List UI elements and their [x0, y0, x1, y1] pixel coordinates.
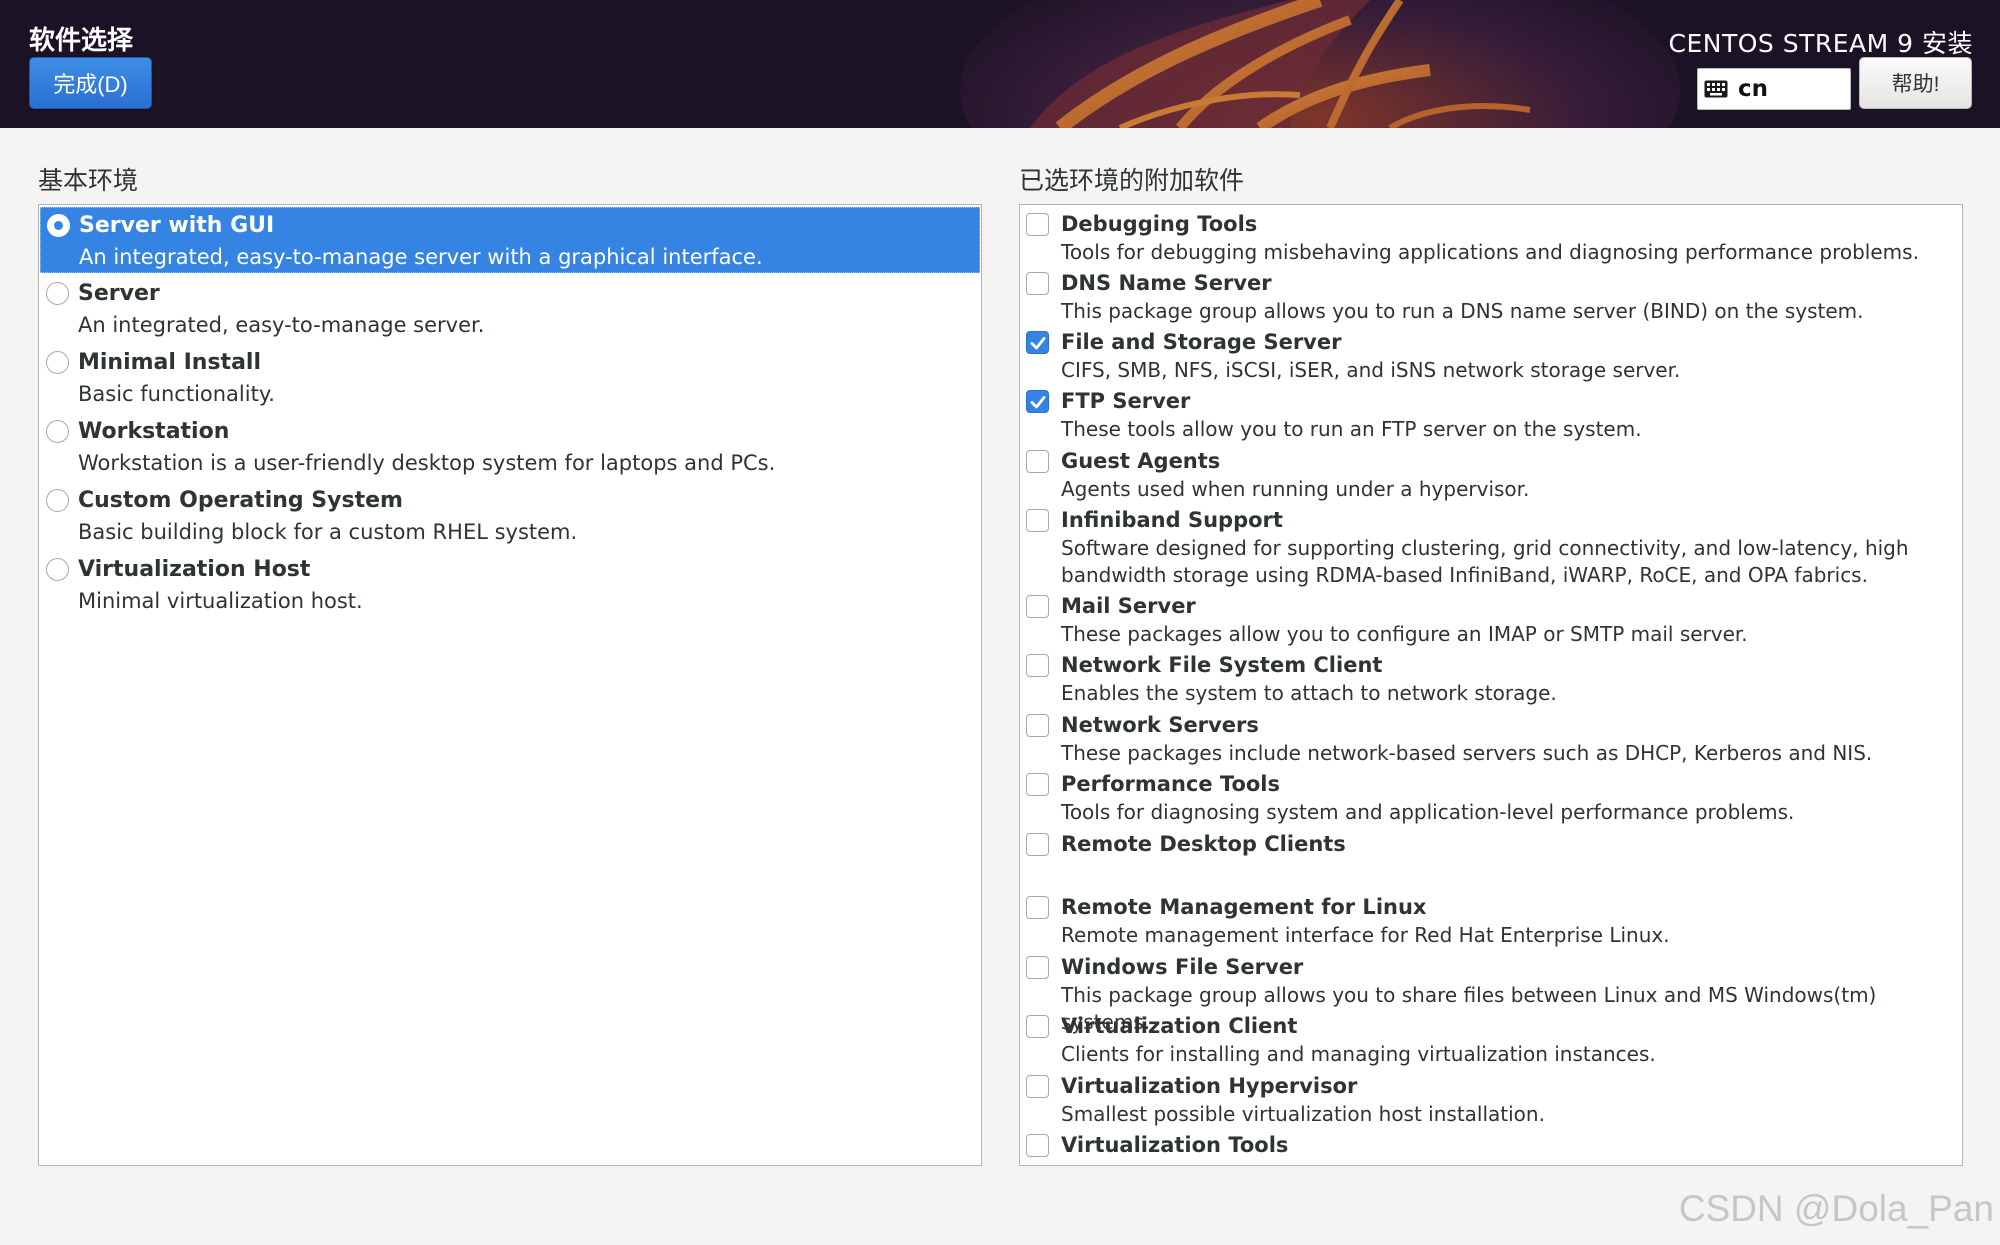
- addon-name: Virtualization Client: [1061, 1014, 1298, 1038]
- addon-name: Network Servers: [1061, 713, 1259, 737]
- addon-description: These packages include network-based ser…: [1061, 741, 1873, 765]
- installer-header: 软件选择 完成(D) CENTOS STREAM 9 安装 cn 帮助!: [0, 0, 2000, 128]
- addon-description: Remote management interface for Red Hat …: [1061, 923, 1670, 947]
- addon-name: Virtualization Tools: [1061, 1133, 1289, 1157]
- checkbox[interactable]: [1026, 896, 1049, 919]
- environment-name: Custom Operating System: [78, 488, 403, 513]
- checkbox[interactable]: [1026, 773, 1049, 796]
- addon-name: Performance Tools: [1061, 772, 1281, 796]
- environment-description: Workstation is a user-friendly desktop s…: [78, 451, 776, 475]
- checkbox-checked[interactable]: [1026, 390, 1049, 413]
- keyboard-layout-indicator[interactable]: cn: [1697, 68, 1851, 110]
- checkbox[interactable]: [1026, 509, 1049, 532]
- checkbox[interactable]: [1026, 595, 1049, 618]
- checkbox[interactable]: [1026, 654, 1049, 677]
- checkbox[interactable]: [1026, 1075, 1049, 1098]
- addon-description: Enables the system to attach to network …: [1061, 681, 1557, 705]
- help-button[interactable]: 帮助!: [1859, 57, 1972, 109]
- addon-description: Tools for diagnosing system and applicat…: [1061, 800, 1795, 824]
- checkbox[interactable]: [1026, 213, 1049, 236]
- addon-description: Smallest possible virtualization host in…: [1061, 1102, 1545, 1126]
- checkbox[interactable]: [1026, 1015, 1049, 1038]
- addon-name: Guest Agents: [1061, 449, 1221, 473]
- environment-option-virtualization-host[interactable]: Virtualization Host Minimal virtualizati…: [40, 552, 980, 618]
- addon-name: Windows File Server: [1061, 955, 1304, 979]
- radio-button[interactable]: [46, 282, 69, 305]
- addon-name: Virtualization Hypervisor: [1061, 1074, 1358, 1098]
- addon-name: Mail Server: [1061, 594, 1196, 618]
- addons-list: Debugging Tools Tools for debugging misb…: [1019, 204, 1963, 1166]
- environment-name: Server with GUI: [79, 213, 275, 238]
- watermark: CSDN @Dola_Pan: [1678, 1188, 1994, 1229]
- radio-button[interactable]: [46, 489, 69, 512]
- addon-name: Remote Management for Linux: [1061, 895, 1427, 919]
- radio-selected-dot: [54, 221, 63, 230]
- addon-name: File and Storage Server: [1061, 330, 1342, 354]
- environment-description: Basic functionality.: [78, 382, 275, 406]
- addon-name: Network File System Client: [1061, 653, 1383, 677]
- environment-description: An integrated, easy-to-manage server.: [78, 313, 485, 337]
- addon-name: Debugging Tools: [1061, 212, 1258, 236]
- addon-name: Infiniband Support: [1061, 508, 1283, 532]
- base-environment-list: Server with GUI An integrated, easy-to-m…: [38, 204, 982, 1166]
- checkbox[interactable]: [1026, 1134, 1049, 1157]
- checkbox[interactable]: [1026, 833, 1049, 856]
- environment-name: Virtualization Host: [78, 557, 311, 582]
- environment-description: Basic building block for a custom RHEL s…: [78, 520, 578, 544]
- environment-name: Workstation: [78, 419, 230, 444]
- addons-heading: 已选环境的附加软件: [1019, 166, 1245, 195]
- environment-description: Minimal virtualization host.: [78, 589, 363, 613]
- addon-description: Tools for debugging misbehaving applicat…: [1061, 240, 1919, 264]
- base-environment-heading: 基本环境: [38, 166, 139, 195]
- radio-button[interactable]: [46, 420, 69, 443]
- page-title: 软件选择: [29, 26, 134, 56]
- product-title: CENTOS STREAM 9 安装: [1668, 29, 1973, 58]
- environment-option-custom-operating-system[interactable]: Custom Operating System Basic building b…: [40, 483, 980, 549]
- radio-button[interactable]: [47, 214, 70, 237]
- addon-description: Agents used when running under a hypervi…: [1061, 477, 1530, 501]
- checkbox-checked[interactable]: [1026, 331, 1049, 354]
- radio-button[interactable]: [46, 351, 69, 374]
- checkbox[interactable]: [1026, 450, 1049, 473]
- radio-button[interactable]: [46, 558, 69, 581]
- addon-description: These tools allow you to run an FTP serv…: [1061, 417, 1642, 441]
- addon-description: Software designed for supporting cluster…: [1061, 536, 1909, 587]
- keyboard-layout-label: cn: [1738, 76, 1769, 102]
- addon-name: FTP Server: [1061, 389, 1191, 413]
- checkmark-icon: [1030, 337, 1046, 350]
- keyboard-icon: [1704, 80, 1728, 98]
- checkmark-icon: [1030, 396, 1046, 409]
- environment-name: Server: [78, 281, 160, 306]
- checkbox[interactable]: [1026, 956, 1049, 979]
- environment-option-minimal-install[interactable]: Minimal Install Basic functionality.: [40, 345, 980, 411]
- environment-name: Minimal Install: [78, 350, 261, 375]
- addon-description: Clients for installing and managing virt…: [1061, 1042, 1656, 1066]
- environment-option-workstation[interactable]: Workstation Workstation is a user-friend…: [40, 414, 980, 480]
- environment-option-server[interactable]: Server An integrated, easy-to-manage ser…: [40, 276, 980, 342]
- addon-description: These packages allow you to configure an…: [1061, 622, 1748, 646]
- environment-option-server-with-gui[interactable]: Server with GUI An integrated, easy-to-m…: [40, 207, 980, 273]
- addon-description: This package group allows you to run a D…: [1061, 299, 1864, 323]
- checkbox[interactable]: [1026, 714, 1049, 737]
- environment-description: An integrated, easy-to-manage server wit…: [79, 245, 763, 269]
- checkbox[interactable]: [1026, 272, 1049, 295]
- addon-name: Remote Desktop Clients: [1061, 832, 1346, 856]
- done-button[interactable]: 完成(D): [29, 57, 152, 109]
- addon-description: CIFS, SMB, NFS, iSCSI, iSER, and iSNS ne…: [1061, 358, 1681, 382]
- addon-name: DNS Name Server: [1061, 271, 1272, 295]
